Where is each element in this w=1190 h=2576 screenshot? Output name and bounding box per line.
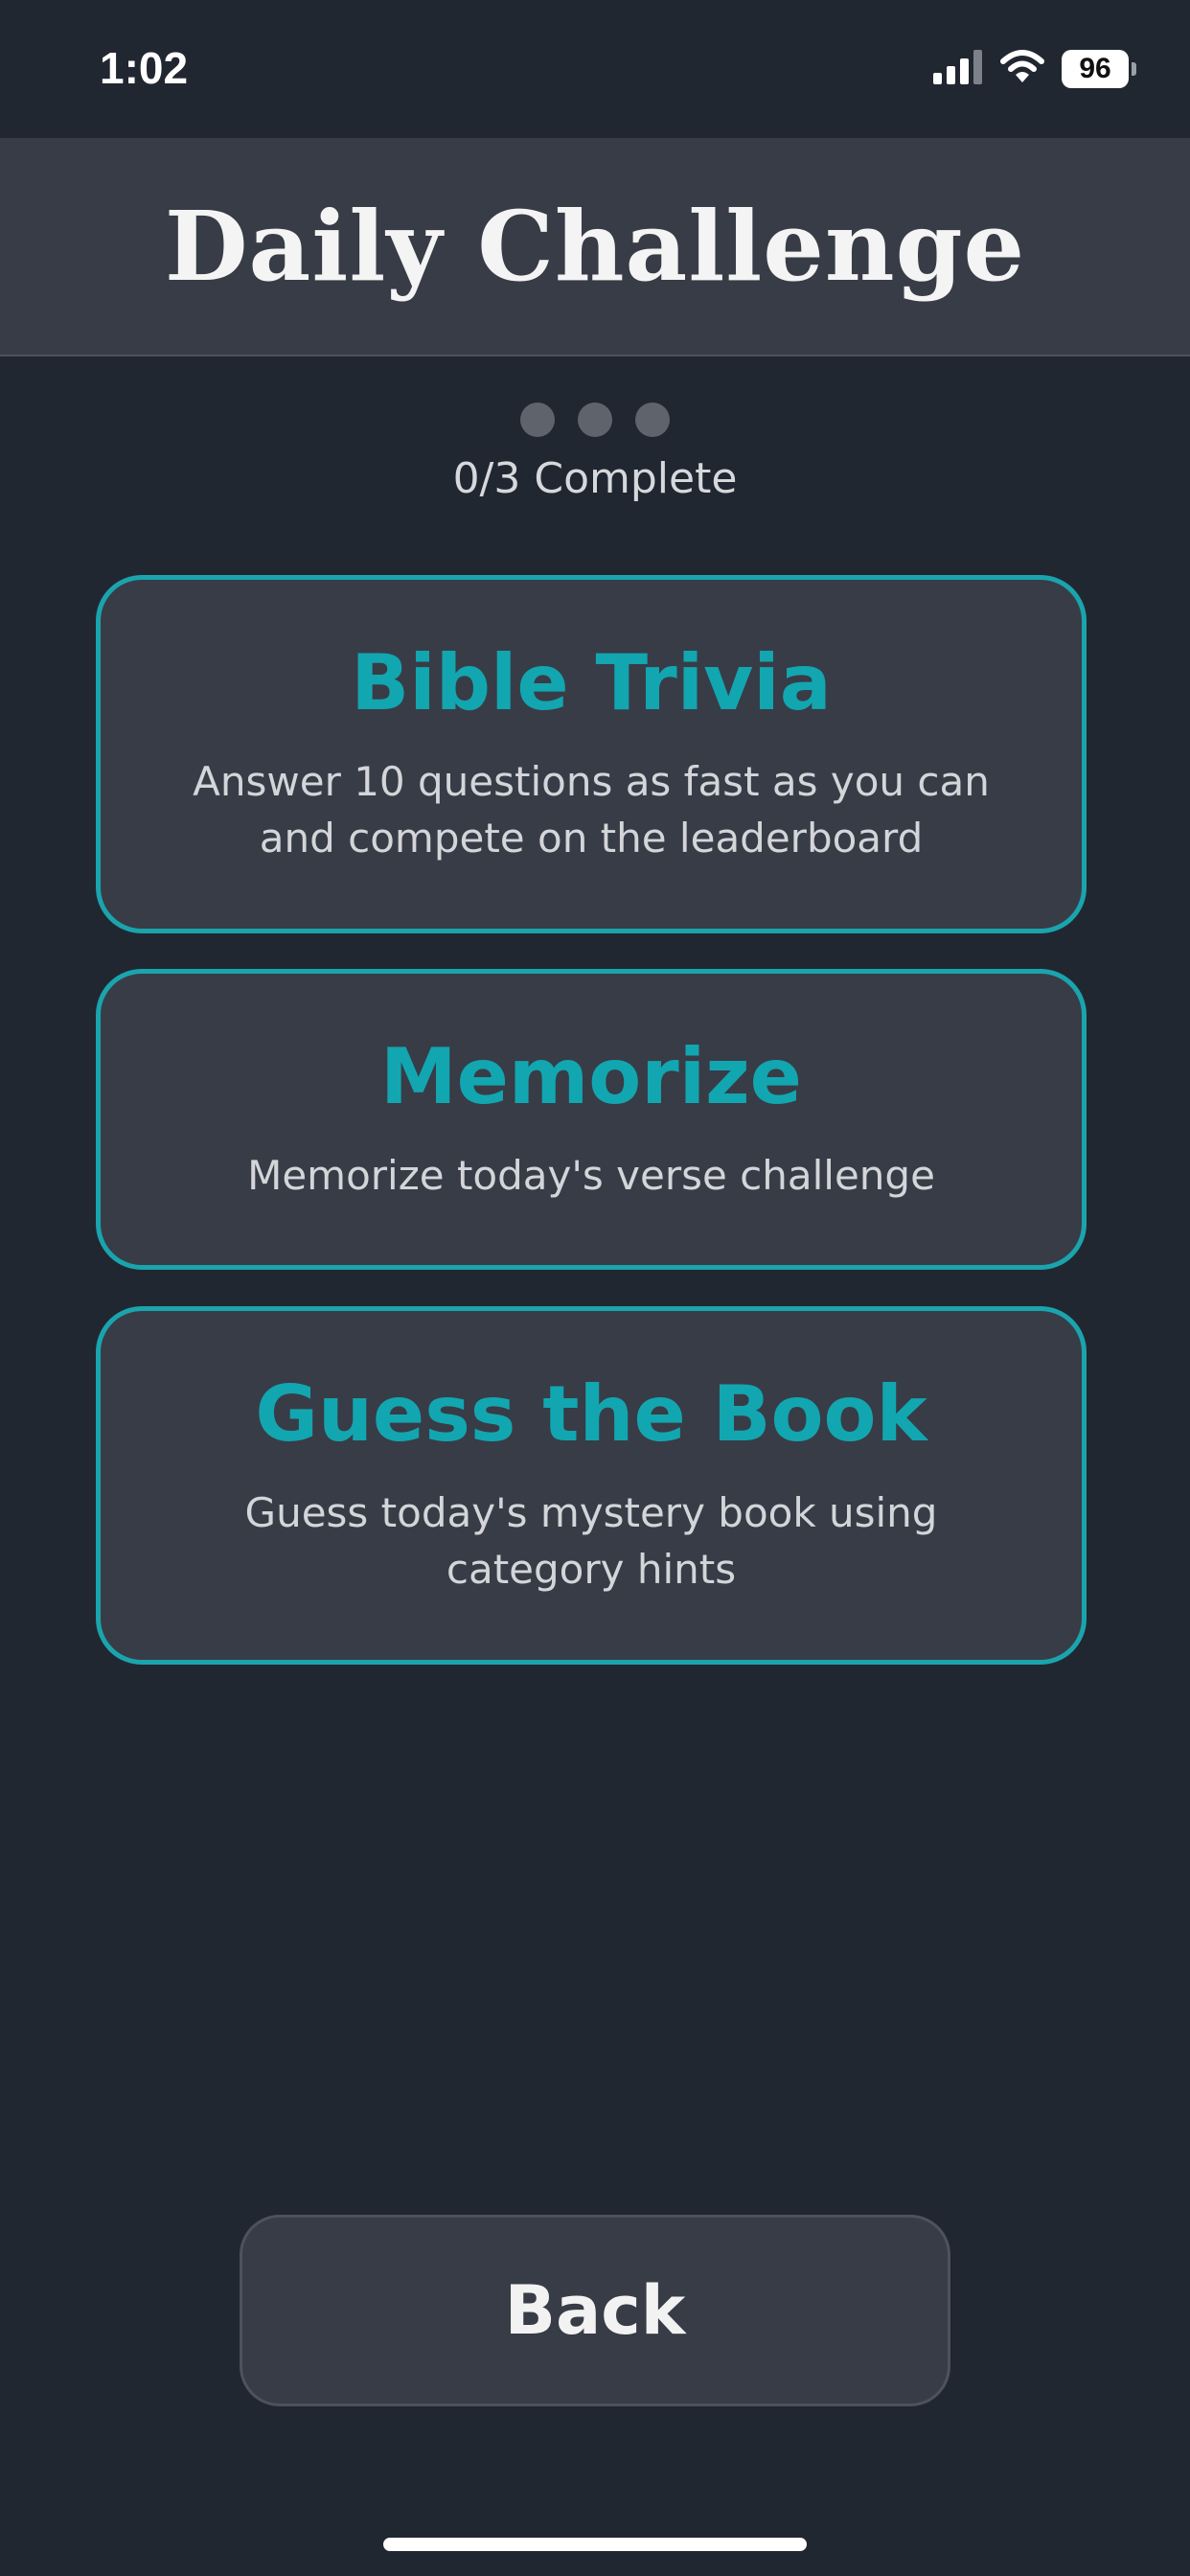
challenge-title: Bible Trivia [351, 638, 832, 728]
status-time: 1:02 [100, 43, 189, 93]
challenge-card-bible-trivia[interactable]: Bible Trivia Answer 10 questions as fast… [96, 575, 1087, 933]
status-bar: 1:02 96 [0, 0, 1190, 138]
challenge-description: Guess today's mystery book using categor… [244, 1489, 938, 1593]
challenge-card-memorize[interactable]: Memorize Memorize today's verse challeng… [96, 969, 1087, 1270]
back-button[interactable]: Back [240, 2215, 950, 2406]
challenge-card-guess-the-book[interactable]: Guess the Book Guess today's mystery boo… [96, 1306, 1087, 1665]
home-indicator[interactable] [383, 2538, 807, 2551]
progress-indicator: 0/3 Complete [0, 402, 1190, 503]
header: Daily Challenge [0, 138, 1190, 356]
battery-tip [1132, 62, 1136, 76]
progress-label: 0/3 Complete [452, 454, 738, 503]
progress-dot-3 [635, 402, 670, 437]
challenge-description: Answer 10 questions as fast as you can a… [193, 758, 990, 862]
battery-icon: 96 [1062, 50, 1136, 88]
progress-dot-1 [520, 402, 555, 437]
challenge-title: Memorize [380, 1031, 802, 1121]
status-icons: 96 [933, 50, 1136, 88]
progress-dot-2 [578, 402, 612, 437]
progress-dots [520, 402, 670, 437]
challenge-title: Guess the Book [255, 1369, 927, 1460]
battery-level: 96 [1062, 50, 1129, 88]
signal-icon [933, 50, 983, 88]
wifi-icon [1000, 50, 1044, 88]
page-title: Daily Challenge [164, 190, 1026, 303]
challenge-description: Memorize today's verse challenge [247, 1151, 935, 1199]
